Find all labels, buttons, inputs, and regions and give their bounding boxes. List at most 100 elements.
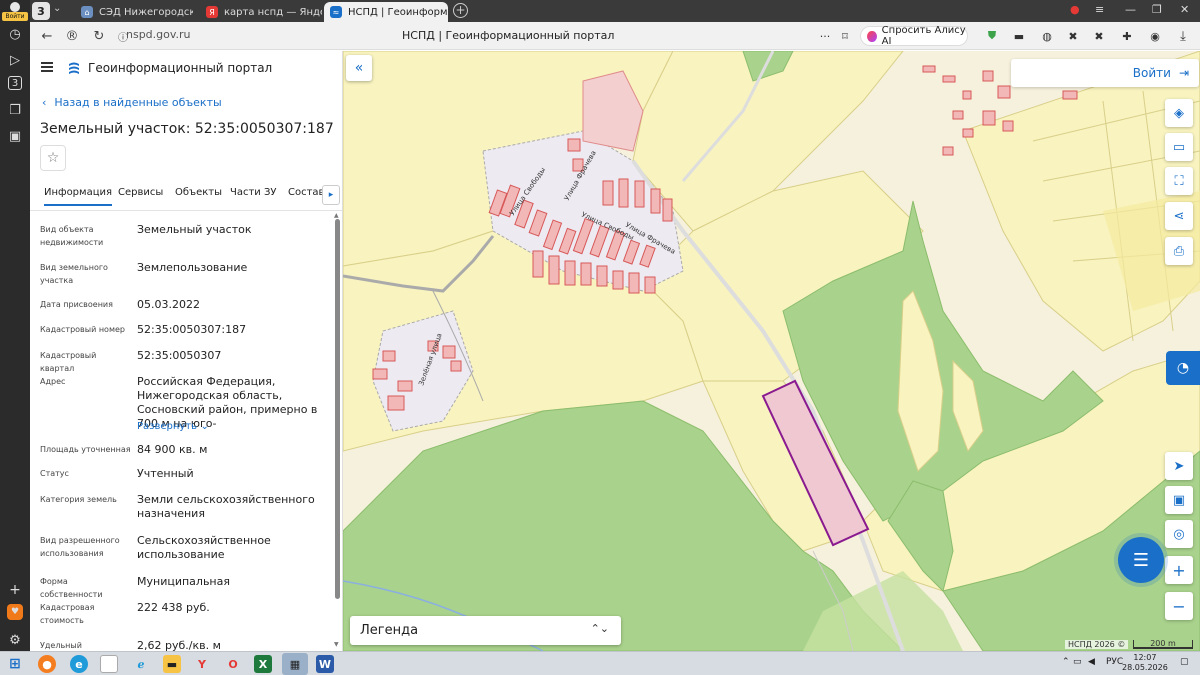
settings-icon[interactable]: ⚙ xyxy=(5,630,25,650)
hamburger-menu-icon[interactable] xyxy=(41,62,53,72)
play-icon[interactable]: ▷ xyxy=(5,50,25,70)
panel-scrollbar[interactable] xyxy=(335,219,340,599)
field-key: Площадь уточненная xyxy=(40,445,131,454)
alice-icon xyxy=(867,30,877,42)
folder-icon[interactable]: ▬ xyxy=(163,655,181,673)
reload-icon[interactable]: ↻ xyxy=(90,27,108,45)
tab-information[interactable]: Информация xyxy=(44,187,113,206)
active-app-icon[interactable]: ▦ xyxy=(282,653,308,675)
tray-network-icon[interactable]: ▭ xyxy=(1073,657,1082,667)
zoom-out-button[interactable]: − xyxy=(1165,592,1193,620)
print-button[interactable]: ⎙ xyxy=(1165,237,1193,265)
bookmark-list-icon[interactable]: ≡ xyxy=(1095,3,1104,16)
scroll-up-arrow-icon[interactable]: ▲ xyxy=(334,212,339,219)
add-panel-icon[interactable]: + xyxy=(5,580,25,600)
messenger-icon[interactable]: ▣ xyxy=(5,126,25,146)
extension-icon[interactable]: ✖ xyxy=(1066,29,1080,43)
firefox-icon[interactable]: ● xyxy=(38,655,56,673)
field-value[interactable]: 52:35:0050307 xyxy=(137,349,332,363)
start-icon[interactable]: ⊞ xyxy=(6,655,24,673)
pin-button[interactable]: ◎ xyxy=(1165,520,1193,548)
collections-icon[interactable]: ❐ xyxy=(5,100,25,120)
minimap-button[interactable]: ▣ xyxy=(1165,486,1193,514)
download-icon[interactable]: ⤓ xyxy=(1176,29,1190,44)
zoom-in-button[interactable]: + xyxy=(1165,556,1193,584)
chevron-down-icon[interactable]: ⌄ xyxy=(53,3,61,14)
tray-up-arrow-icon[interactable]: ⌃ xyxy=(1062,657,1070,667)
tabs-scroll-right-button[interactable]: ▸ xyxy=(322,185,340,205)
opera-icon[interactable]: O xyxy=(224,655,242,673)
extension-icon[interactable]: ▬ xyxy=(1012,29,1026,43)
field-value: Земельный участок xyxy=(137,223,252,236)
help-widget-button[interactable]: ◔ xyxy=(1166,351,1200,385)
map-canvas[interactable]: Улица Свободы Улица Фрачева Улица Свобод… xyxy=(343,51,1200,651)
restore-icon[interactable]: ❐ xyxy=(1152,3,1162,16)
notifications-icon[interactable]: ▢ xyxy=(1180,657,1189,667)
object-info-panel: Геоинформационный портал ‹ Назад в найден… xyxy=(30,51,343,651)
notepad-icon[interactable] xyxy=(100,655,118,673)
chevron-left-icon: ‹ xyxy=(42,96,47,109)
keyboard-language[interactable]: РУС xyxy=(1106,657,1123,667)
extension-icon[interactable]: ◉ xyxy=(1148,29,1162,43)
favorite-star-button[interactable]: ☆ xyxy=(40,145,66,171)
clock-icon[interactable]: ◷ xyxy=(5,24,25,44)
field-key: Категория земель xyxy=(40,495,117,504)
layers-button[interactable]: ◈ xyxy=(1165,99,1193,127)
ruler-button[interactable]: ▭ xyxy=(1165,133,1193,161)
shield-icon[interactable]: ⛊ xyxy=(985,29,999,43)
yandex-browser-icon[interactable]: Y xyxy=(193,655,211,673)
yandex-home-icon[interactable]: ® xyxy=(63,27,81,45)
extension-icon[interactable]: ◍ xyxy=(1040,29,1054,43)
new-tab-button[interactable]: + xyxy=(453,3,468,18)
record-icon[interactable]: ● xyxy=(1070,3,1080,16)
more-icon[interactable]: ··· xyxy=(818,29,832,43)
scroll-down-arrow-icon[interactable]: ▼ xyxy=(334,641,339,648)
windows-taskbar: ⊞ ● e ℯ ▬ Y O X ▦ W ⌃ ▭ ◀ РУС 12:07 28.0… xyxy=(0,651,1200,675)
legend-dropdown[interactable]: Легенда ⌃⌄ xyxy=(350,616,621,645)
tray-volume-icon[interactable]: ◀ xyxy=(1088,657,1095,667)
print-icon: ⎙ xyxy=(1173,243,1185,259)
browser-side-rail: Войти ◷ ▷ 3 ❐ ▣ + ♥ ⚙ xyxy=(0,0,30,651)
cadastral-map[interactable]: Улица Свободы Улица Фрачева Улица Свобод… xyxy=(343,51,1200,651)
ask-alice-button[interactable]: Спросить Алису AI xyxy=(860,25,968,47)
extension-icon[interactable]: ✚ xyxy=(1120,29,1134,43)
building-icon: ⌂ xyxy=(81,6,93,18)
back-link-label: Назад в найденные объекты xyxy=(54,96,222,109)
field-value[interactable]: 52:35:0050307:187 xyxy=(137,323,332,337)
clock-time: 12:07 xyxy=(1133,653,1157,662)
locate-button[interactable]: ➤ xyxy=(1165,452,1193,480)
field-key: Адрес xyxy=(40,377,66,386)
close-window-icon[interactable]: ✕ xyxy=(1180,3,1189,16)
chat-assistant-button[interactable]: ☰ xyxy=(1118,537,1164,583)
collapse-panel-button[interactable]: « xyxy=(346,55,372,81)
select-area-button[interactable]: ⛶ xyxy=(1165,167,1193,195)
extension-icon[interactable]: ✖ xyxy=(1092,29,1106,43)
share-button[interactable]: ⋖ xyxy=(1165,202,1193,230)
rail-counter[interactable]: 3 xyxy=(8,76,22,90)
tab-yandex-search[interactable]: Я карта нспд — Яндекс: нап xyxy=(200,2,322,22)
ie-icon[interactable]: ℯ xyxy=(132,655,150,673)
back-arrow-icon[interactable]: ← xyxy=(38,27,56,45)
market-icon[interactable]: ♥ xyxy=(7,604,23,620)
select-area-icon: ⛶ xyxy=(1174,173,1184,189)
excel-icon[interactable]: X xyxy=(254,655,272,673)
url-text[interactable]: nspd.gov.ru xyxy=(126,28,191,41)
login-button[interactable]: Войти ⇥ xyxy=(1011,59,1199,87)
tab-sed[interactable]: ⌂ СЭД Нижегородская обл xyxy=(75,2,193,22)
tab-objects[interactable]: Объекты xyxy=(175,187,222,198)
tab-composition[interactable]: Состав xyxy=(288,187,324,198)
minimize-icon[interactable]: — xyxy=(1125,3,1136,16)
bookmark-icon[interactable]: ⌑ xyxy=(838,29,852,43)
word-icon[interactable]: W xyxy=(316,655,334,673)
legend-label: Легенда xyxy=(360,623,419,638)
tab-count-badge[interactable]: 3 xyxy=(32,2,50,20)
field-value: 2,62 руб./кв. м xyxy=(137,639,221,651)
edge-icon[interactable]: e xyxy=(70,655,88,673)
tab-parcel-parts[interactable]: Части ЗУ xyxy=(230,187,277,198)
tab-services[interactable]: Сервисы xyxy=(118,187,163,198)
taskbar-clock[interactable]: 12:07 28.05.2026 xyxy=(1122,653,1168,673)
profile-login-button[interactable]: Войти xyxy=(1,1,29,21)
back-to-results-link[interactable]: ‹ Назад в найденные объекты xyxy=(42,96,222,109)
address-expand-link[interactable]: Развернуть ⌄ xyxy=(137,419,332,434)
tab-nspd[interactable]: ≈ НСПД | Геоинформац ✕ xyxy=(324,2,448,22)
